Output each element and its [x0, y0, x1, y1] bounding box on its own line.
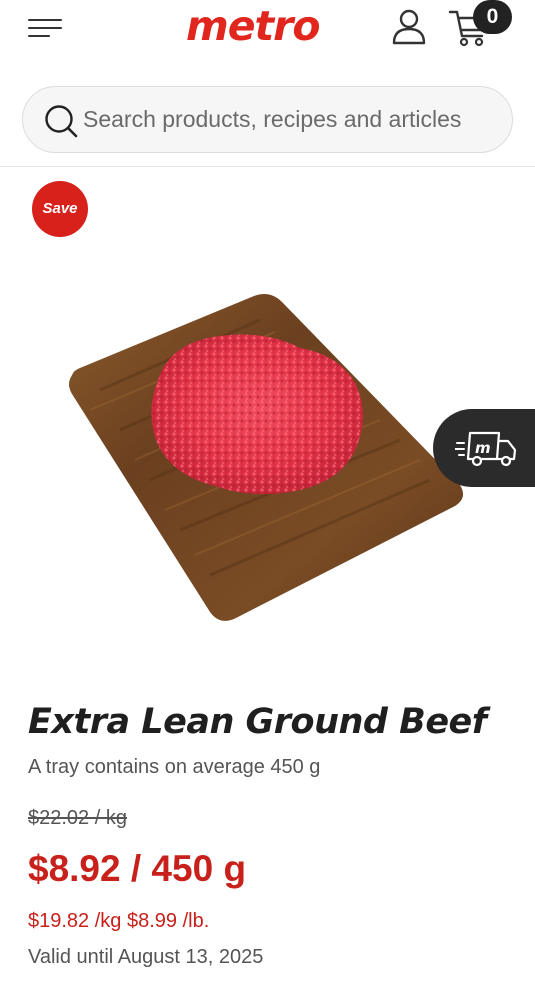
delivery-button[interactable]: m	[433, 409, 535, 487]
header-divider	[0, 166, 535, 167]
valid-until-date: Valid until August 13, 2025	[28, 946, 264, 968]
product-subtitle: A tray contains on average 450 g	[28, 756, 321, 778]
menu-line	[28, 35, 50, 37]
product-image	[60, 280, 470, 640]
regular-price: $22.02 / kg	[28, 807, 127, 829]
menu-line	[28, 19, 62, 21]
search-bar[interactable]: Search products, recipes and articles	[22, 86, 513, 153]
product-title: Extra Lean Ground Beef	[28, 702, 487, 742]
top-header: metro 0	[0, 0, 535, 60]
search-icon	[45, 105, 78, 138]
search-input[interactable]: Search products, recipes and articles	[83, 106, 461, 133]
user-icon	[392, 9, 426, 45]
cart-count-badge[interactable]: 0	[473, 0, 512, 34]
menu-line	[28, 27, 62, 29]
account-button[interactable]	[390, 8, 428, 46]
sale-price: $8.92 / 450 g	[28, 848, 247, 889]
metro-logo[interactable]: metro	[186, 2, 321, 50]
hamburger-menu-button[interactable]	[28, 19, 62, 37]
save-badge: Save	[32, 181, 88, 237]
svg-text:m: m	[475, 439, 491, 457]
unit-prices: $19.82 /kg $8.99 /lb.	[28, 910, 210, 932]
delivery-truck-icon: m	[455, 431, 517, 467]
